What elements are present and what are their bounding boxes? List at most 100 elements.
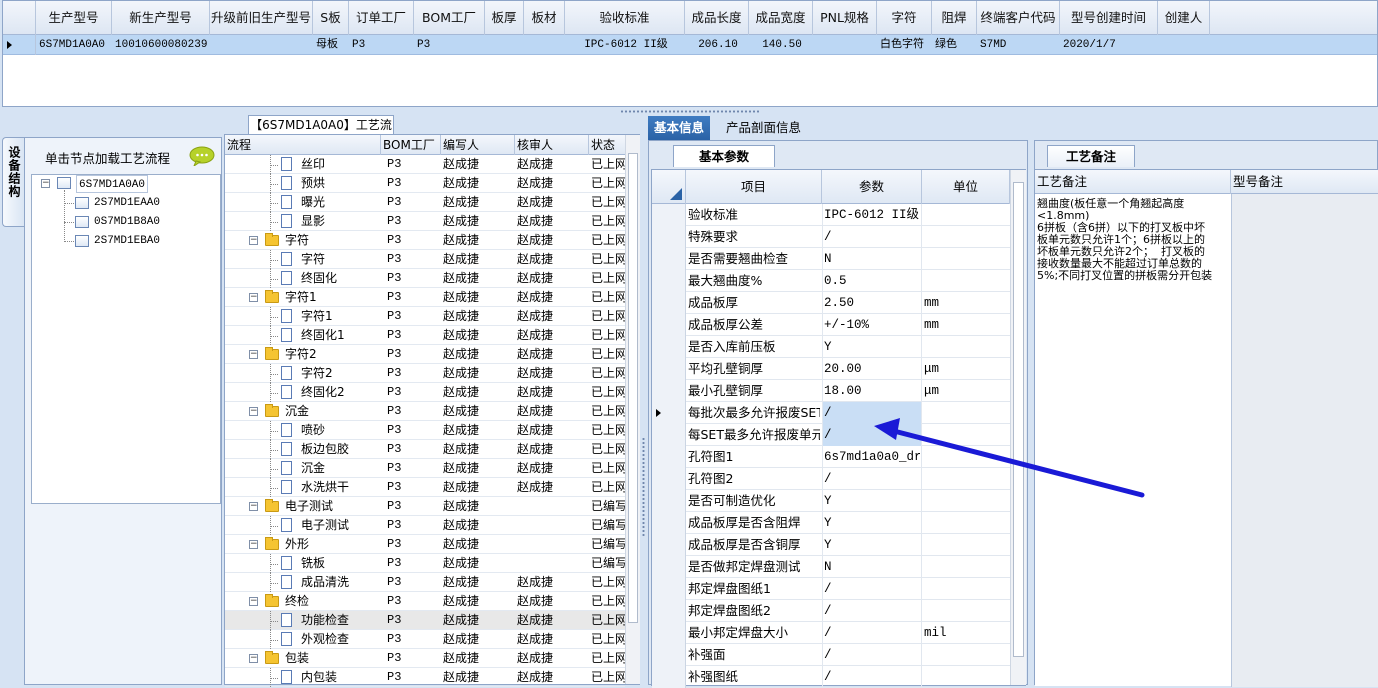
model-col-header[interactable]: S板: [313, 1, 349, 35]
model-col-header[interactable]: 升级前旧生产型号: [210, 1, 313, 35]
model-col-header[interactable]: 终端客户代码: [977, 1, 1060, 35]
model-cell[interactable]: IPC-6012 II级: [568, 35, 684, 55]
process-row[interactable]: 功能检查 P3 赵成捷 赵成捷 已上网: [225, 611, 625, 630]
param-row[interactable]: 成品板厚公差 +/-10% mm: [652, 314, 1010, 336]
model-col-header[interactable]: BOM工厂: [414, 1, 485, 35]
model-cell[interactable]: 2020/1/7: [1063, 35, 1157, 55]
collapse-icon[interactable]: −: [249, 502, 258, 511]
model-col-header[interactable]: 创建人: [1158, 1, 1210, 35]
model-cell[interactable]: 10010600080239: [115, 35, 209, 55]
param-row[interactable]: 验收标准 IPC-6012 II级: [652, 204, 1010, 226]
param-row[interactable]: 补强面 /: [652, 644, 1010, 666]
process-row[interactable]: − 沉金 P3 赵成捷 赵成捷 已上网: [225, 402, 625, 421]
model-grid-row-selected[interactable]: 6S7MD1A0A0 10010600080239 母板 P3 P3 IPC-6012 I…: [3, 35, 1377, 55]
param-row[interactable]: 平均孔壁铜厚 20.00 μm: [652, 358, 1010, 380]
speech-bubble-icon[interactable]: [189, 146, 215, 166]
param-value[interactable]: /: [824, 600, 920, 622]
model-cell[interactable]: P3: [417, 35, 484, 55]
process-row[interactable]: 终固化1 P3 赵成捷 赵成捷 已上网: [225, 326, 625, 345]
notes-col-process[interactable]: 工艺备注: [1035, 170, 1231, 194]
process-row[interactable]: 外观检查 P3 赵成捷 赵成捷 已上网: [225, 630, 625, 649]
process-row[interactable]: − 字符 P3 赵成捷 赵成捷 已上网: [225, 231, 625, 250]
tree-node-child[interactable]: 2S7MD1EBA0: [94, 232, 160, 250]
collapse-icon[interactable]: −: [249, 350, 258, 359]
param-value[interactable]: 18.00: [824, 380, 920, 402]
model-col-header[interactable]: 订单工厂: [349, 1, 414, 35]
process-row[interactable]: 沉金 P3 赵成捷 赵成捷 已上网: [225, 459, 625, 478]
collapse-icon[interactable]: −: [249, 236, 258, 245]
collapse-icon[interactable]: −: [249, 407, 258, 416]
process-row[interactable]: 字符2 P3 赵成捷 赵成捷 已上网: [225, 364, 625, 383]
model-col-header[interactable]: 板材: [524, 1, 565, 35]
param-value[interactable]: N: [824, 556, 920, 578]
param-value[interactable]: IPC-6012 II级: [824, 204, 920, 226]
model-cell[interactable]: 绿色: [935, 35, 976, 55]
param-row[interactable]: 特殊要求 /: [652, 226, 1010, 248]
model-col-header[interactable]: 新生产型号: [112, 1, 210, 35]
tab-equipment-structure[interactable]: 设备结构: [2, 137, 24, 227]
tab-basic-info[interactable]: 基本信息: [648, 116, 711, 140]
params-col-value[interactable]: 参数: [822, 170, 922, 204]
param-row[interactable]: 最小邦定焊盘大小 / mil: [652, 622, 1010, 644]
vertical-splitter[interactable]: [640, 117, 648, 685]
process-row[interactable]: − 终检 P3 赵成捷 赵成捷 已上网: [225, 592, 625, 611]
model-col-header[interactable]: 阻焊: [932, 1, 977, 35]
param-value[interactable]: /: [824, 622, 920, 644]
collapse-icon[interactable]: −: [249, 293, 258, 302]
process-row[interactable]: − 电子测试 P3 赵成捷 已编写: [225, 497, 625, 516]
tree-node-child[interactable]: 0S7MD1B8A0: [94, 213, 160, 231]
process-row[interactable]: 水洗烘干 P3 赵成捷 赵成捷 已上网: [225, 478, 625, 497]
process-row[interactable]: 曝光 P3 赵成捷 赵成捷 已上网: [225, 193, 625, 212]
horizontal-splitter[interactable]: [0, 108, 1378, 116]
param-value[interactable]: 0.5: [824, 270, 920, 292]
model-cell[interactable]: S7MD: [980, 35, 1059, 55]
model-cell[interactable]: [213, 35, 312, 55]
param-value[interactable]: 2.50: [824, 292, 920, 314]
model-col-header[interactable]: 型号创建时间: [1060, 1, 1158, 35]
process-row[interactable]: 喷砂 P3 赵成捷 赵成捷 已上网: [225, 421, 625, 440]
model-col-header[interactable]: 生产型号: [36, 1, 112, 35]
process-row[interactable]: 终固化 P3 赵成捷 赵成捷 已上网: [225, 269, 625, 288]
param-row[interactable]: 最小孔壁铜厚 18.00 μm: [652, 380, 1010, 402]
param-value[interactable]: 20.00: [824, 358, 920, 380]
model-col-header[interactable]: 验收标准: [565, 1, 685, 35]
param-value[interactable]: Y: [824, 512, 920, 534]
process-row[interactable]: − 字符2 P3 赵成捷 赵成捷 已上网: [225, 345, 625, 364]
model-cell[interactable]: 206.10: [688, 35, 748, 55]
param-row[interactable]: 成品板厚是否含铜厚 Y: [652, 534, 1010, 556]
param-value[interactable]: +/-10%: [824, 314, 920, 336]
param-row[interactable]: 是否需要翘曲检查 N: [652, 248, 1010, 270]
model-cell[interactable]: [527, 35, 564, 55]
model-cell[interactable]: [488, 35, 523, 55]
model-cell[interactable]: 140.50: [752, 35, 812, 55]
model-cell[interactable]: P3: [352, 35, 413, 55]
process-row[interactable]: 铣板 P3 赵成捷 已编写: [225, 554, 625, 573]
process-col-header[interactable]: 核审人: [515, 135, 589, 155]
tab-process-notes[interactable]: 工艺备注: [1047, 145, 1135, 167]
process-row[interactable]: 预烘 P3 赵成捷 赵成捷 已上网: [225, 174, 625, 193]
process-row[interactable]: 内包装 P3 赵成捷 赵成捷 已上网: [225, 668, 625, 687]
model-cell[interactable]: [816, 35, 876, 55]
process-row[interactable]: 丝印 P3 赵成捷 赵成捷 已上网: [225, 155, 625, 174]
param-row[interactable]: 最大翘曲度% 0.5: [652, 270, 1010, 292]
process-row[interactable]: 显影 P3 赵成捷 赵成捷 已上网: [225, 212, 625, 231]
process-row[interactable]: 字符1 P3 赵成捷 赵成捷 已上网: [225, 307, 625, 326]
param-row[interactable]: 成品板厚是否含阻焊 Y: [652, 512, 1010, 534]
param-row[interactable]: 成品板厚 2.50 mm: [652, 292, 1010, 314]
process-row[interactable]: 终固化2 P3 赵成捷 赵成捷 已上网: [225, 383, 625, 402]
process-row[interactable]: 板边包胶 P3 赵成捷 赵成捷 已上网: [225, 440, 625, 459]
model-cell[interactable]: 白色字符: [880, 35, 931, 55]
model-cell[interactable]: [1161, 35, 1209, 55]
process-col-header[interactable]: 状态: [589, 135, 629, 155]
tree-node-root[interactable]: 6S7MD1A0A0: [76, 175, 149, 193]
collapse-icon[interactable]: −: [249, 540, 258, 549]
model-cell[interactable]: 母板: [316, 35, 348, 55]
param-row[interactable]: 邦定焊盘图纸1 /: [652, 578, 1010, 600]
model-cell[interactable]: 6S7MD1A0A0: [39, 35, 111, 55]
params-col-item[interactable]: 项目: [686, 170, 822, 204]
model-col-header[interactable]: 字符: [877, 1, 932, 35]
notes-col-model[interactable]: 型号备注: [1231, 170, 1378, 194]
param-row[interactable]: 是否入库前压板 Y: [652, 336, 1010, 358]
param-value[interactable]: Y: [824, 336, 920, 358]
process-row[interactable]: − 外形 P3 赵成捷 已编写: [225, 535, 625, 554]
